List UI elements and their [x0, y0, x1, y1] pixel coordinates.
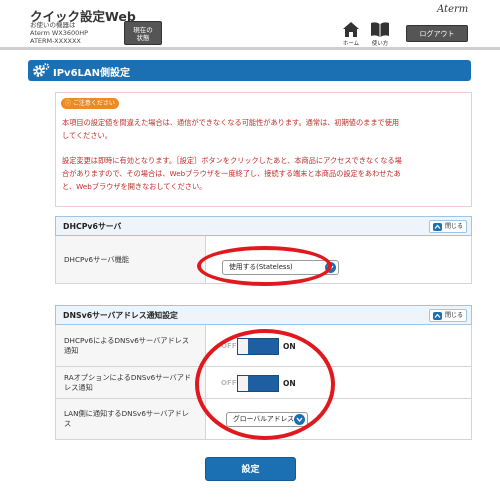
dhcpv6-collapse-button[interactable]: 閉じる: [429, 220, 467, 233]
chevron-down-icon: [294, 414, 305, 425]
home-nav[interactable]: ホーム: [338, 20, 364, 48]
toggle-knob: [238, 339, 248, 354]
dhcpv6-server-label: DHCPv6サーバ機能: [56, 236, 206, 283]
page-title: IPv6LAN側設定: [53, 68, 131, 79]
caution-badge: ⓘ ご注意ください: [61, 98, 119, 109]
dnsv6-collapse-button[interactable]: 閉じる: [429, 309, 467, 322]
device-model: Aterm WX3600HP: [30, 29, 89, 37]
dhcpv6-dns-notify-row: DHCPv6によるDNSv6サーバアドレス 通知 OFF ON: [55, 325, 472, 367]
book-icon: [371, 22, 389, 37]
caution-box: ⓘ ご注意ください 本項目の設定値を間違えた場合は、通信ができなくなる可能性があ…: [55, 92, 472, 207]
gear-icon: [33, 63, 50, 77]
brand-logo: Aterm: [437, 4, 469, 15]
device-caption: お使いの機器は: [30, 21, 76, 29]
caution-text-line: 本項目の設定値を間違えた場合は、通信ができなくなる可能性があります。通常は、初期…: [62, 118, 400, 127]
help-nav[interactable]: 使い方: [367, 20, 393, 48]
apply-button[interactable]: 設定: [205, 457, 296, 481]
lan-dns-address-label: LAN側に通知するDNSv6サーバアドレ ス: [56, 399, 206, 439]
caution-text-line: 設定変更は即時に有効となります。［設定］ボタンをクリックしたあと、本商品にアクセ…: [62, 156, 402, 165]
caution-text-line: と、Webブラウザを開きなおしてください。: [62, 182, 207, 191]
app-header: クイック設定Web お使いの機器は Aterm WX3600HP ATERM-X…: [0, 0, 500, 50]
ra-dns-notify-row: RAオプションによるDNSv6サーバアド レス通知 OFF ON: [55, 367, 472, 399]
dhcpv6-section-title: DHCPv6サーバ: [63, 222, 122, 231]
chevron-up-icon: [433, 312, 442, 320]
dhcpv6-dns-notify-label: DHCPv6によるDNSv6サーバアドレス 通知: [56, 325, 206, 366]
chevron-down-icon: [325, 262, 336, 273]
help-label: 使い方: [371, 41, 389, 47]
logout-button[interactable]: ログアウト: [406, 25, 468, 42]
caution-text-line: してください。: [62, 131, 112, 140]
home-icon: [343, 22, 359, 37]
dnsv6-section-title: DNSv6サーバアドレス通知設定: [63, 311, 178, 320]
ra-dns-notify-label: RAオプションによるDNSv6サーバアド レス通知: [56, 367, 206, 398]
chevron-up-icon: [433, 223, 442, 231]
dhcpv6-server-row: DHCPv6サーバ機能 使用する(Stateless): [55, 236, 472, 284]
current-status-button[interactable]: 現在の 状態: [124, 21, 162, 45]
lan-dns-address-row: LAN側に通知するDNSv6サーバアドレ ス グローバルアドレス: [55, 399, 472, 440]
toggle-knob: [238, 376, 248, 391]
home-label: ホーム: [342, 41, 360, 47]
lan-dns-address-select[interactable]: グローバルアドレス: [226, 412, 308, 427]
dhcpv6-section-header: DHCPv6サーバ 閉じる: [55, 216, 472, 236]
device-id: ATERM-XXXXXX: [30, 37, 81, 45]
dnsv6-section-header: DNSv6サーバアドレス通知設定 閉じる: [55, 305, 472, 325]
dhcpv6-server-select[interactable]: 使用する(Stateless): [222, 260, 339, 275]
warning-icon: ⓘ: [65, 100, 73, 107]
caution-text-line: 合がありますので、その場合は、Webブラウザを一度終了し、接続する端末と本商品の…: [62, 169, 401, 178]
page-title-bar: IPv6LAN側設定: [28, 60, 471, 81]
